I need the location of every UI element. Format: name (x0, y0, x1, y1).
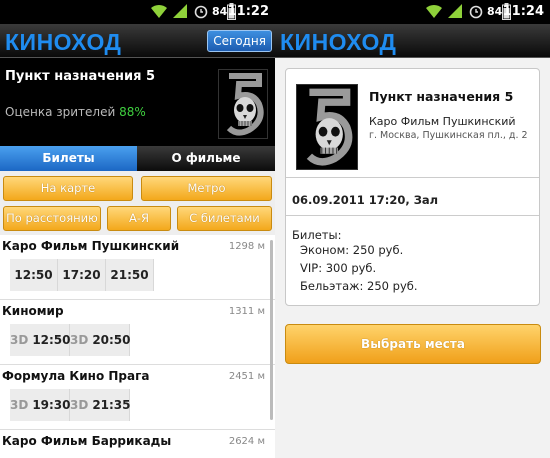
cinema-address: г. Москва, Пушкинская пл., д. 2 (369, 130, 528, 141)
session-datetime: 06.09.2011 17:20, Зал (292, 193, 439, 207)
cinema-distance: 2624 м (228, 436, 265, 447)
cinema-name: Каро Фильм Пушкинский (369, 115, 516, 128)
status-bar: 84 11:22 (0, 0, 275, 24)
rating-value: 88% (119, 105, 146, 119)
cinema-distance: 2451 м (228, 371, 265, 382)
movie-title: Пункт назначения 5 (369, 89, 514, 104)
app-logo: КИНОХОД (5, 29, 122, 55)
movie-header: Пункт назначения 5 Оценка зрителей 88% (0, 58, 275, 146)
sort-by-distance-button[interactable]: По расстоянию (3, 206, 101, 231)
format-3d-label: 3D (70, 333, 89, 347)
signal-icon (173, 4, 187, 18)
format-3d-label: 3D (10, 333, 29, 347)
wifi-icon (426, 4, 442, 18)
cinema-list-screen: 84 11:22 КИНОХОД Сегодня Пункт назначени… (0, 0, 275, 458)
battery-percent: 84 (487, 5, 503, 18)
showtimes: 3D 12:50 3D 20:50 (10, 324, 131, 356)
wifi-icon (151, 4, 167, 18)
battery-percent: 84 (212, 5, 228, 18)
app-logo: КИНОХОД (280, 29, 397, 55)
status-time: 11:22 (227, 4, 269, 19)
status-bar: 84 11:24 (275, 0, 550, 24)
cinema-name: Каро Фильм Баррикады (2, 434, 172, 448)
today-button[interactable]: Сегодня (207, 30, 272, 52)
tab-about-movie[interactable]: О фильме (137, 146, 275, 171)
with-tickets-button[interactable]: С билетами (177, 206, 272, 231)
session-card: Пункт назначения 5 Каро Фильм Пушкинский… (285, 68, 540, 306)
cinema-name: Формула Кино Прага (2, 369, 150, 383)
movie-poster[interactable] (218, 69, 268, 139)
skull-poster-image (297, 85, 357, 169)
card-divider (286, 215, 539, 216)
alarm-icon (194, 5, 208, 19)
showtime-button[interactable]: 3D 21:35 (70, 389, 131, 421)
cinema-distance: 1311 м (228, 306, 265, 317)
price-economy: Эконом: 250 руб. (300, 243, 404, 257)
showtime-button[interactable]: 3D 20:50 (70, 324, 131, 356)
format-3d-label: 3D (70, 398, 89, 412)
showtime-button[interactable]: 21:50 (106, 259, 154, 291)
showtimes: 3D 19:30 3D 21:35 (10, 389, 131, 421)
tab-bar: Билеты О фильме (0, 146, 275, 171)
showtime-button[interactable]: 3D 19:30 (10, 389, 71, 421)
cinema-list: Каро Фильм Пушкинский 1298 м 12:50 17:20… (0, 235, 275, 458)
choose-seats-button[interactable]: Выбрать места (285, 324, 541, 364)
alarm-icon (469, 5, 483, 19)
price-vip: VIP: 300 руб. (300, 261, 377, 275)
cinema-name: Киномир (2, 304, 64, 318)
movie-title: Пункт назначения 5 (5, 69, 156, 84)
status-time: 11:24 (502, 4, 544, 19)
cinema-name: Каро Фильм Пушкинский (2, 239, 180, 253)
rating-label: Оценка зрителей (5, 105, 116, 119)
showtime-button[interactable]: 12:50 (10, 259, 58, 291)
card-divider (286, 177, 539, 178)
app-bar: КИНОХОД (275, 24, 550, 58)
format-3d-label: 3D (10, 398, 29, 412)
cinema-item[interactable]: Каро Фильм Баррикады 2624 м (0, 430, 275, 458)
cinema-item[interactable]: Киномир 1311 м 3D 12:50 3D 20:50 (0, 300, 275, 364)
showtime-button[interactable]: 3D 12:50 (10, 324, 71, 356)
filter-bar: На карте Метро По расстоянию А-Я С билет… (0, 171, 275, 235)
cinema-item[interactable]: Формула Кино Прага 2451 м 3D 19:30 3D 21:3… (0, 365, 275, 429)
price-mezzanine: Бельэтаж: 250 руб. (300, 279, 418, 293)
session-details-screen: 84 11:24 КИНОХОД Пункт назначения 5 Каро… (275, 0, 550, 458)
tickets-label: Билеты: (292, 228, 342, 242)
app-bar: КИНОХОД Сегодня (0, 24, 275, 58)
sort-alphabetical-button[interactable]: А-Я (107, 206, 171, 231)
tab-tickets[interactable]: Билеты (0, 146, 137, 171)
signal-icon (448, 4, 462, 18)
audience-rating: Оценка зрителей 88% (5, 105, 146, 119)
on-map-button[interactable]: На карте (3, 176, 133, 201)
showtimes: 12:50 17:20 21:50 (10, 259, 154, 291)
movie-poster (296, 84, 358, 170)
metro-button[interactable]: Метро (141, 176, 272, 201)
scrollbar[interactable] (270, 240, 273, 420)
cinema-item[interactable]: Каро Фильм Пушкинский 1298 м 12:50 17:20… (0, 235, 275, 299)
showtime-button[interactable]: 17:20 (58, 259, 106, 291)
cinema-distance: 1298 м (228, 241, 265, 252)
skull-poster-image (219, 70, 267, 138)
